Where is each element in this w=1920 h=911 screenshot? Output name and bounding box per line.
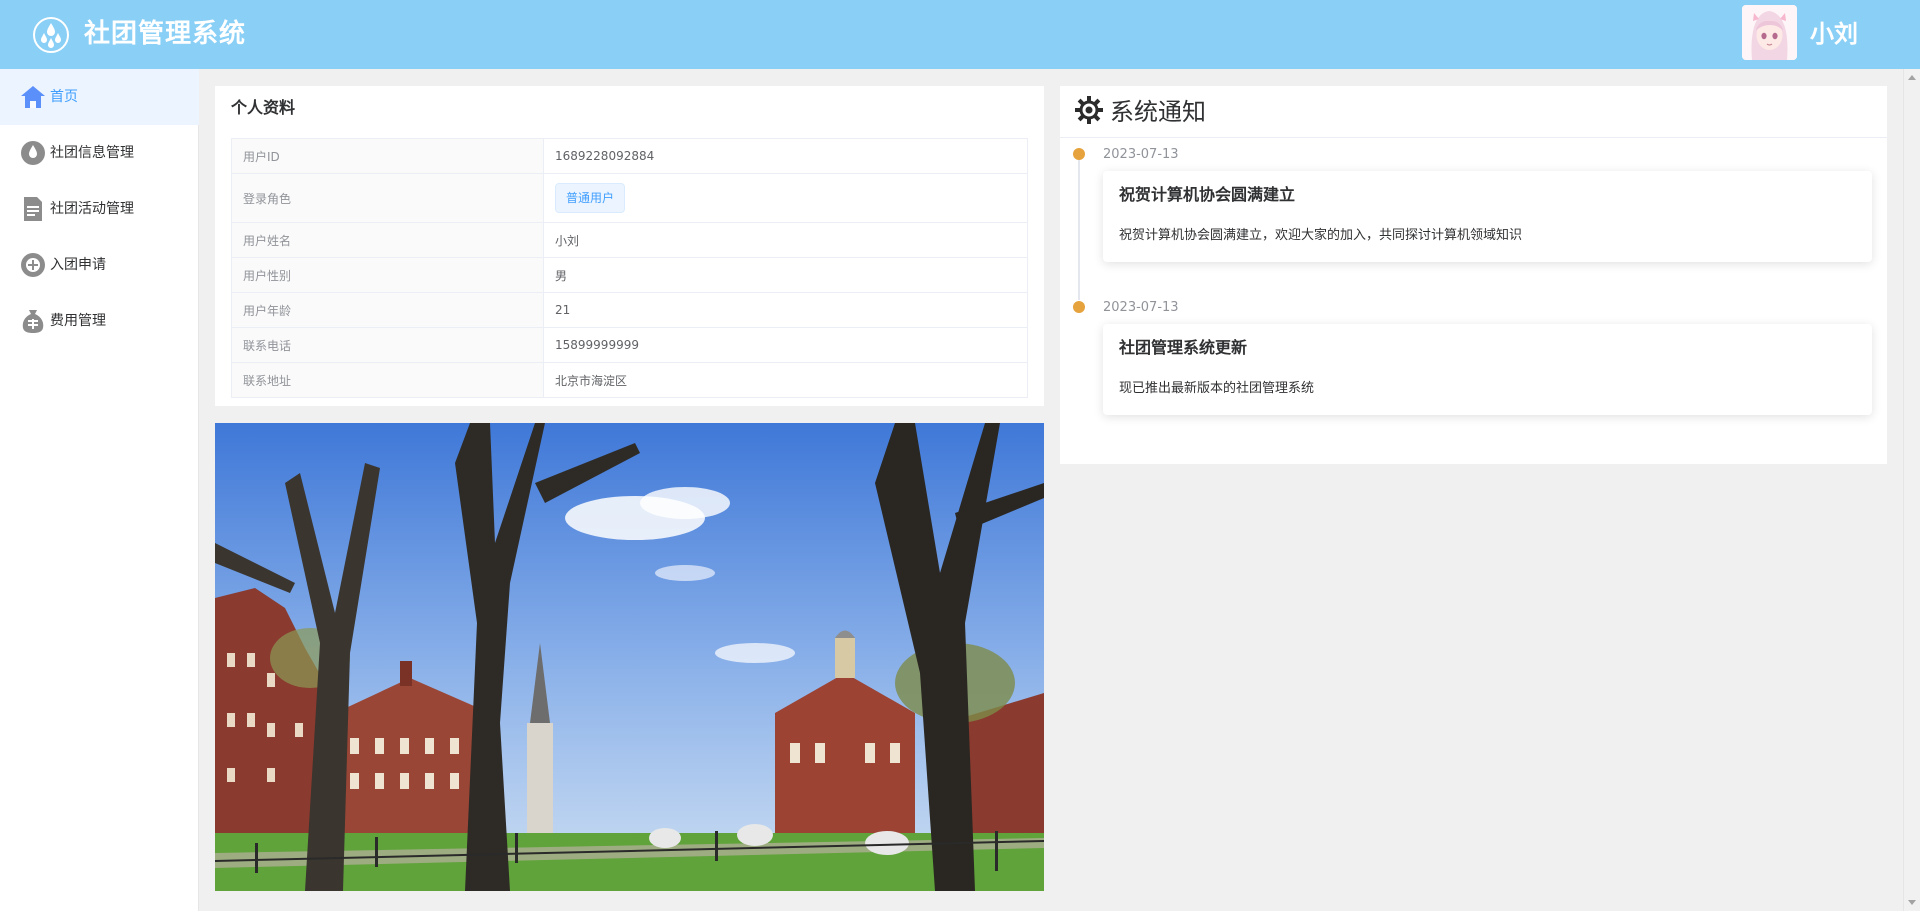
- sidebar-item-label: 社团活动管理: [50, 201, 134, 217]
- timeline-dot: [1073, 301, 1085, 313]
- profile-card: 个人资料 用户ID 1689228092884 登录角色 普通用户 用户姓名 小…: [215, 86, 1044, 406]
- table-row: 用户ID 1689228092884: [231, 138, 1028, 174]
- notice-header: 系统通知: [1060, 86, 1887, 138]
- timeline-date: 2023-07-13: [1103, 300, 1179, 315]
- drop-icon: [21, 141, 45, 165]
- money-bag-icon: [22, 310, 44, 333]
- notice-item-title: 祝贺计算机协会圆满建立: [1119, 185, 1296, 204]
- user-name-value: 小刘: [543, 222, 1028, 258]
- role-tag: 普通用户: [555, 183, 626, 213]
- page-scrollbar[interactable]: [1903, 69, 1920, 911]
- phone-label: 联系电话: [231, 327, 544, 363]
- gear-icon: [1075, 96, 1103, 124]
- user-gender-label: 用户性别: [231, 257, 544, 293]
- notice-item-body: 现已推出最新版本的社团管理系统: [1119, 381, 1315, 396]
- avatar[interactable]: [1742, 5, 1797, 60]
- table-row: 用户年龄 21: [231, 292, 1028, 328]
- app-title: 社团管理系统: [84, 19, 247, 49]
- user-gender-value: 男: [543, 257, 1028, 293]
- document-icon: [24, 197, 42, 221]
- home-icon: [21, 86, 45, 108]
- phone-value: 15899999999: [543, 327, 1028, 363]
- timeline-line: [1078, 152, 1080, 300]
- login-role-label: 登录角色: [231, 173, 544, 223]
- profile-title: 个人资料: [231, 98, 296, 117]
- sidebar-item-fee-management[interactable]: 费用管理: [0, 293, 199, 349]
- sidebar-item-home[interactable]: 首页: [0, 69, 199, 125]
- add-circle-icon: [21, 253, 45, 277]
- notice-item-body: 祝贺计算机协会圆满建立，欢迎大家的加入，共同探讨计算机领域知识: [1119, 228, 1523, 243]
- user-age-value: 21: [543, 292, 1028, 328]
- notice-item-title: 社团管理系统更新: [1119, 338, 1248, 357]
- top-header: 社团管理系统 小刘: [0, 0, 1920, 69]
- sidebar-item-club-info[interactable]: 社团信息管理: [0, 125, 199, 181]
- campus-photo: [215, 423, 1044, 891]
- user-name-label: 用户姓名: [231, 222, 544, 258]
- table-row: 联系电话 15899999999: [231, 327, 1028, 363]
- sidebar-item-label: 社团信息管理: [50, 145, 134, 161]
- table-row: 联系地址 北京市海淀区: [231, 362, 1028, 398]
- notice-item[interactable]: 社团管理系统更新 现已推出最新版本的社团管理系统: [1103, 324, 1872, 415]
- user-age-label: 用户年龄: [231, 292, 544, 328]
- profile-table: 用户ID 1689228092884 登录角色 普通用户 用户姓名 小刘 用户性…: [231, 138, 1028, 398]
- timeline-date: 2023-07-13: [1103, 147, 1179, 162]
- timeline-dot: [1073, 148, 1085, 160]
- table-row: 登录角色 普通用户: [231, 173, 1028, 223]
- user-id-value: 1689228092884: [543, 138, 1028, 174]
- sidebar-item-label: 首页: [50, 89, 78, 105]
- notice-item[interactable]: 祝贺计算机协会圆满建立 祝贺计算机协会圆满建立，欢迎大家的加入，共同探讨计算机领…: [1103, 171, 1872, 262]
- notice-card: 系统通知 2023-07-13 祝贺计算机协会圆满建立 祝贺计算机协会圆满建立，…: [1060, 86, 1887, 464]
- scroll-down-icon[interactable]: [1908, 900, 1916, 905]
- scroll-up-icon[interactable]: [1908, 75, 1916, 80]
- table-row: 用户性别 男: [231, 257, 1028, 293]
- address-value: 北京市海淀区: [543, 362, 1028, 398]
- sidebar-item-label: 入团申请: [50, 257, 106, 273]
- table-row: 用户姓名 小刘: [231, 222, 1028, 258]
- sidebar-item-label: 费用管理: [50, 313, 106, 329]
- user-id-label: 用户ID: [231, 138, 544, 174]
- sidebar: 首页 社团信息管理 社团活动管理 入团申请 费用管理: [0, 69, 199, 911]
- sidebar-item-join-application[interactable]: 入团申请: [0, 237, 199, 293]
- address-label: 联系地址: [231, 362, 544, 398]
- notice-title: 系统通知: [1110, 98, 1206, 126]
- droplets-logo-icon: [33, 17, 69, 53]
- username[interactable]: 小刘: [1810, 17, 1858, 51]
- sidebar-item-club-activity[interactable]: 社团活动管理: [0, 181, 199, 237]
